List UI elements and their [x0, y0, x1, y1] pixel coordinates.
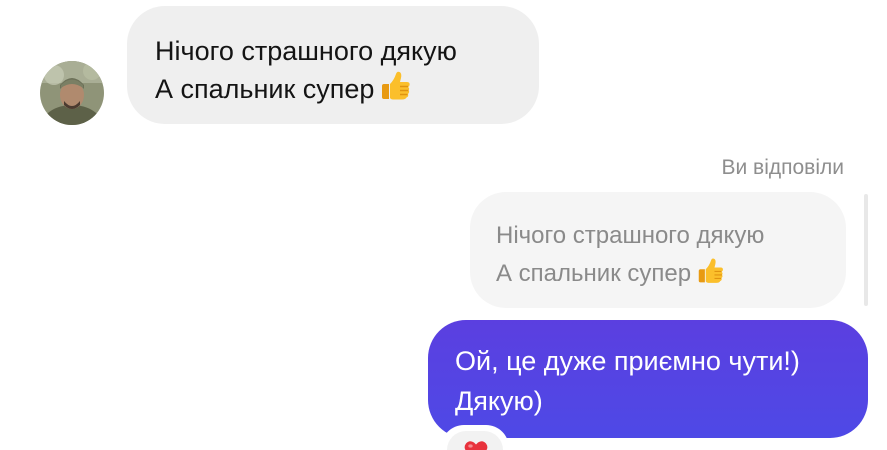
incoming-message-bubble[interactable]: Нічого страшного дякую А спальник супер [127, 6, 539, 124]
incoming-message-line-2: А спальник супер [155, 70, 513, 112]
outgoing-message-line-2: Дякую) [455, 386, 543, 416]
quoted-message-preview[interactable]: Нічого страшного дякую А спальник супер [470, 192, 846, 308]
message-reaction[interactable] [444, 428, 506, 450]
outgoing-message-line-1: Ой, це дуже приємно чути!) [455, 346, 800, 376]
replied-label: Ви відповіли [721, 156, 844, 179]
red-heart-icon [464, 440, 488, 450]
outgoing-message-bubble[interactable]: Ой, це дуже приємно чути!) Дякую) [428, 320, 868, 438]
thumbs-up-icon [380, 70, 412, 112]
quoted-message-line-1: Нічого страшного дякую [496, 222, 765, 249]
reply-indicator-bar [864, 194, 868, 306]
chat-thread: Нічого страшного дякую А спальник супер … [0, 0, 887, 450]
quoted-message-line-2: А спальник супер [496, 255, 826, 297]
incoming-message-line-1: Нічого страшного дякую [155, 36, 457, 66]
sender-avatar[interactable] [40, 61, 104, 125]
thumbs-up-icon [697, 257, 725, 297]
reaction-pill [447, 431, 503, 450]
